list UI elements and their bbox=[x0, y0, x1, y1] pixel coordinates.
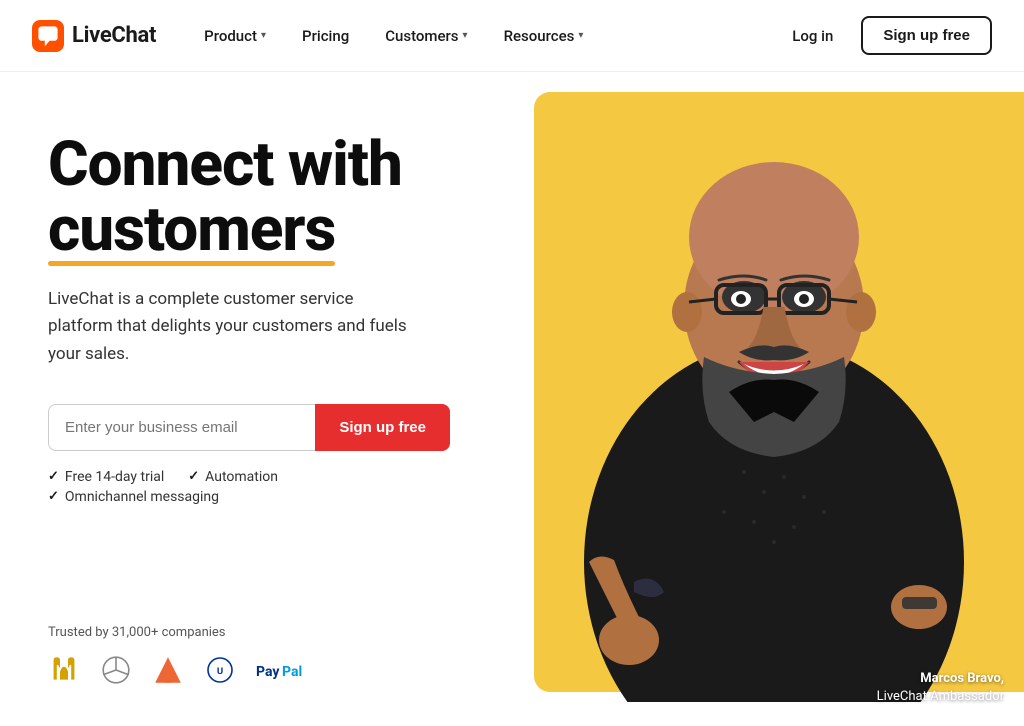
nav-product[interactable]: Product ▾ bbox=[188, 19, 282, 53]
svg-text:Pal: Pal bbox=[282, 664, 302, 680]
header-signup-button[interactable]: Sign up free bbox=[861, 16, 992, 55]
svg-text:U: U bbox=[217, 666, 223, 677]
mercedes-logo bbox=[100, 654, 132, 686]
person-container bbox=[524, 82, 1024, 702]
feature-trial: ✓ Free 14-day trial bbox=[48, 469, 164, 485]
mcdonalds-logo bbox=[48, 654, 80, 686]
hero-title-customers: customers bbox=[48, 197, 335, 262]
logo-link[interactable]: LiveChat bbox=[32, 20, 156, 52]
adobe-logo bbox=[152, 654, 184, 686]
main-content: Connect with customers LiveChat is a com… bbox=[0, 72, 1024, 726]
livechat-logo-icon bbox=[32, 20, 64, 52]
nav-pricing[interactable]: Pricing bbox=[286, 19, 365, 53]
logo-text: LiveChat bbox=[72, 23, 156, 48]
person-name-tag: Marcos Bravo, LiveChat Ambassador bbox=[877, 670, 1004, 706]
features-list: ✓ Free 14-day trial ✓ Automation ✓ Omnic… bbox=[48, 469, 450, 505]
signup-button-main[interactable]: Sign up free bbox=[315, 404, 450, 451]
check-icon: ✓ bbox=[48, 469, 59, 484]
hero-left: Connect with customers LiveChat is a com… bbox=[0, 72, 490, 726]
chevron-down-icon: ▾ bbox=[578, 30, 583, 41]
unilever-logo: U bbox=[204, 654, 236, 686]
hero-subtitle: LiveChat is a complete customer service … bbox=[48, 286, 408, 368]
feature-omnichannel: ✓ Omnichannel messaging bbox=[48, 489, 219, 505]
check-icon: ✓ bbox=[188, 469, 199, 484]
check-icon: ✓ bbox=[48, 489, 59, 504]
paypal-logo: Pay Pal bbox=[256, 658, 316, 682]
main-nav: Product ▾ Pricing Customers ▾ Resources … bbox=[188, 19, 776, 53]
person-illustration bbox=[544, 82, 1004, 702]
nav-customers[interactable]: Customers ▾ bbox=[369, 19, 483, 53]
header-actions: Log in Sign up free bbox=[776, 16, 992, 55]
trusted-section: Trusted by 31,000+ companies bbox=[48, 594, 450, 686]
nav-resources[interactable]: Resources ▾ bbox=[488, 19, 600, 53]
svg-text:Pay: Pay bbox=[256, 664, 280, 680]
hero-title: Connect with customers bbox=[48, 132, 450, 262]
email-input[interactable] bbox=[48, 404, 315, 451]
header: LiveChat Product ▾ Pricing Customers ▾ R… bbox=[0, 0, 1024, 72]
trusted-text: Trusted by 31,000+ companies bbox=[48, 624, 450, 642]
chevron-down-icon: ▾ bbox=[261, 30, 266, 41]
hero-right: Marcos Bravo, LiveChat Ambassador bbox=[490, 72, 1024, 726]
feature-row-1: ✓ Free 14-day trial ✓ Automation bbox=[48, 469, 450, 485]
feature-row-2: ✓ Omnichannel messaging bbox=[48, 489, 450, 505]
signup-form: Sign up free bbox=[48, 404, 450, 451]
brand-logos: U Pay Pal bbox=[48, 654, 450, 686]
login-button[interactable]: Log in bbox=[776, 19, 849, 53]
chevron-down-icon: ▾ bbox=[463, 30, 468, 41]
feature-automation: ✓ Automation bbox=[188, 469, 278, 485]
